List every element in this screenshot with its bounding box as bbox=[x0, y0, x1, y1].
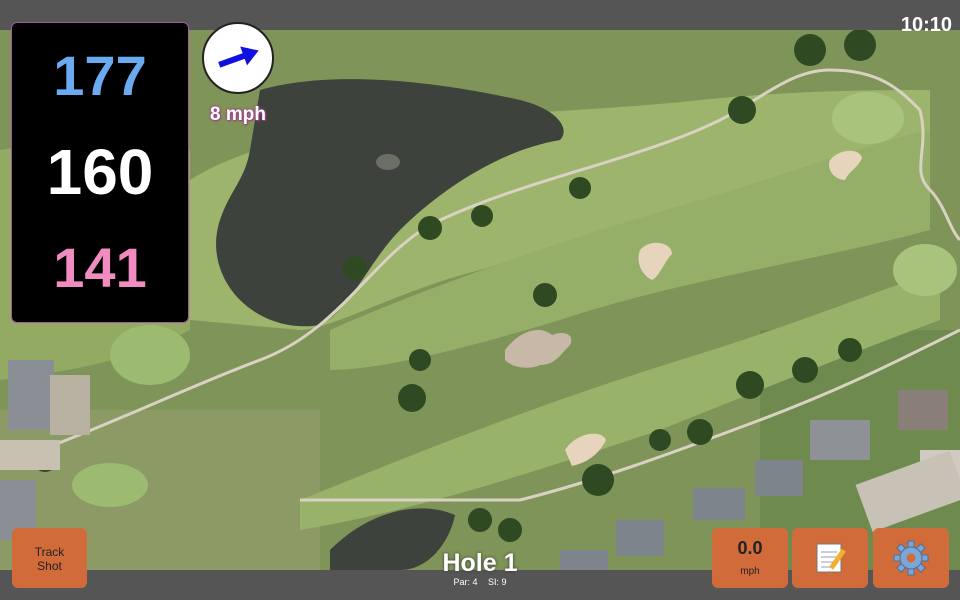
notepad-icon bbox=[816, 543, 846, 573]
gear-icon bbox=[893, 540, 929, 576]
track-shot-label-line1: Track bbox=[34, 545, 65, 559]
speed-value: 0.0 bbox=[737, 538, 763, 558]
wind-indicator bbox=[202, 22, 274, 94]
settings-button[interactable] bbox=[873, 528, 949, 588]
notes-button[interactable] bbox=[792, 528, 868, 588]
yardage-panel: 177 160 141 bbox=[11, 22, 189, 323]
hole-par: Par: 4 bbox=[453, 577, 478, 587]
hole-stroke-index: SI: 9 bbox=[488, 577, 507, 587]
speed-button[interactable]: 0.0 mph bbox=[712, 528, 788, 588]
yardage-center: 160 bbox=[46, 136, 154, 208]
wind-speed-label: 8 mph bbox=[210, 104, 266, 125]
speed-unit: mph bbox=[740, 566, 760, 577]
hole-info: Par: 4 SI: 9 bbox=[380, 577, 580, 587]
yardage-front: 141 bbox=[53, 236, 147, 299]
hole-title: Hole 1 bbox=[442, 549, 518, 577]
yardage-back: 177 bbox=[53, 44, 147, 107]
track-shot-button[interactable]: Track Shot bbox=[12, 528, 87, 588]
wind-arrow-icon bbox=[218, 46, 259, 68]
status-clock: 10:10 bbox=[900, 14, 952, 36]
track-shot-label-line2: Shot bbox=[37, 559, 62, 573]
